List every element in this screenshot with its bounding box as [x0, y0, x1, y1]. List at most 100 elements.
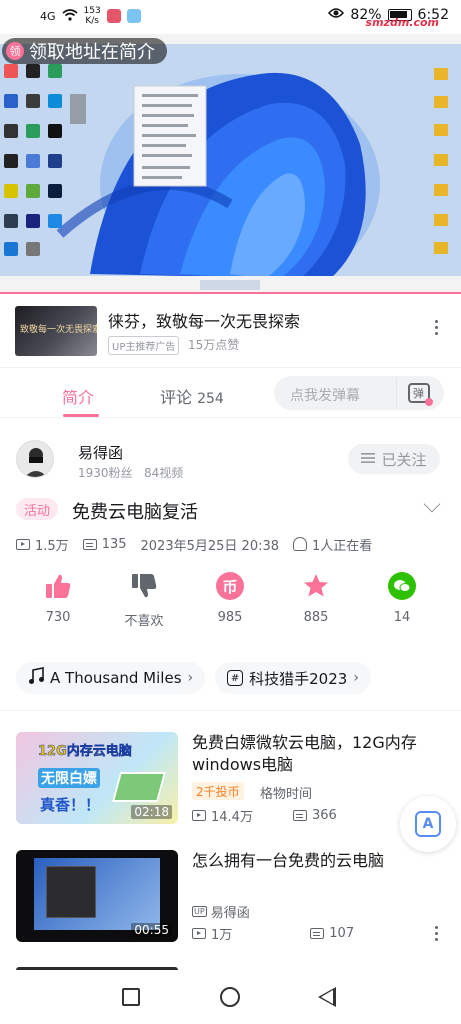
view-count-value: 1.5万: [35, 538, 69, 554]
uploader-videos: 84视频: [144, 466, 184, 480]
video-title: 怎么拥有一台免费的云电脑: [192, 851, 385, 870]
like-count: 730: [45, 610, 71, 625]
view-count: 1.5万: [16, 535, 69, 554]
video-thumbnail[interactable]: 00:55: [16, 850, 178, 942]
coin-button[interactable]: 币 985: [200, 570, 260, 625]
section-divider: [0, 710, 461, 711]
play-count-icon: [16, 538, 30, 550]
video-player[interactable]: 领 领取地址在简介: [0, 34, 461, 294]
uploader-name[interactable]: 易得函: [78, 442, 123, 463]
net-speed: 153 K/s: [84, 6, 101, 26]
danmaku-placeholder: 点我发弹幕: [290, 388, 360, 404]
ad-title[interactable]: 徕芬，致敬每一次无畏探索: [108, 308, 300, 332]
dislike-button[interactable]: 不喜欢: [114, 570, 174, 629]
status-bar: 4G 153 K/s 82% 6:52 smzdm.com: [0, 0, 461, 34]
up-icon: UP: [192, 906, 207, 917]
video-stats: 14.4万 366: [192, 806, 337, 825]
follow-button[interactable]: 已关注: [348, 444, 440, 474]
system-nav-bar: [0, 970, 461, 1024]
music-note-icon: [28, 667, 44, 689]
people-icon: [293, 537, 308, 551]
coin-count: 985: [217, 610, 243, 625]
floating-translate-button[interactable]: A: [400, 796, 456, 852]
danmaku-input[interactable]: 点我发弹幕 弹: [274, 376, 444, 410]
thumbnail-window-graphic: [46, 866, 96, 918]
wechat-icon: [372, 570, 432, 602]
topic-chip-label: 科技猎手2023: [249, 669, 348, 688]
star-icon: [286, 570, 346, 602]
uploader-name: 易得函: [210, 906, 250, 921]
danmaku-count-icon: [82, 538, 97, 550]
coin-icon: 币: [200, 570, 260, 602]
list-item[interactable]: 00:55 怎么拥有一台免费的云电脑 UP 易得函 1万 107: [0, 850, 461, 960]
net-speed-value: 153: [83, 6, 101, 16]
thumb-up-icon: [28, 570, 88, 602]
video-duration: 00:55: [131, 923, 172, 937]
chevron-right-icon: ›: [187, 670, 194, 686]
status-left: 4G 153 K/s: [40, 6, 141, 26]
watching-now-value: 1人正在看: [312, 538, 373, 554]
view-count: 1万: [192, 924, 232, 943]
share-count: 14: [393, 610, 411, 625]
text-recognition-icon: A: [415, 811, 441, 837]
danmaku-icon: 弹: [407, 383, 433, 406]
topic-chip[interactable]: # 科技猎手2023 ›: [215, 662, 371, 694]
favorite-button[interactable]: 885: [286, 570, 346, 625]
claim-address-label: 领取地址在简介: [29, 42, 155, 63]
source-label: 格物时间: [260, 787, 313, 802]
danmaku-count-value: 107: [329, 926, 355, 941]
thumb-down-icon: [114, 570, 174, 602]
danmaku-count-icon: [292, 810, 307, 821]
video-title: 免费白嫖微软云电脑，12G内存windows电脑: [192, 733, 417, 774]
tag-chips: A Thousand Miles › # 科技猎手2023 ›: [16, 662, 371, 694]
home-icon[interactable]: [220, 987, 240, 1007]
ad-thumbnail[interactable]: 致敬每一次无畏探索: [15, 306, 97, 356]
claim-address-banner[interactable]: 领 领取地址在简介: [2, 38, 167, 64]
view-count-value: 1万: [211, 928, 233, 943]
action-bar: 730 不喜欢 币 985 885 14: [0, 570, 461, 630]
ad-likes: 15万点赞: [188, 338, 240, 352]
video-title-row[interactable]: 活动 免费云电脑复活: [0, 495, 461, 526]
ad-tag: UP主推荐广告: [108, 336, 180, 355]
ad-more-icon[interactable]: [435, 320, 439, 335]
thumbnail-text-line2: 无限白嫖: [38, 768, 100, 788]
danmaku-toggle-button[interactable]: 弹: [396, 378, 440, 408]
dislike-label: 不喜欢: [124, 614, 164, 629]
wifi-icon: [62, 8, 78, 24]
hashtag-icon: #: [227, 670, 244, 686]
tab-comments[interactable]: 评论 254: [160, 384, 224, 408]
list-item[interactable]: 12G内存云电脑 无限白嫖 真香！！ 02:18 免费白嫖微软云电脑，12G内存…: [0, 732, 461, 842]
tab-active-indicator: [63, 414, 99, 417]
uploader-label[interactable]: UP 易得函: [192, 902, 250, 921]
more-options-icon[interactable]: [435, 926, 439, 941]
music-chip[interactable]: A Thousand Miles ›: [16, 662, 206, 694]
chevron-right-icon: ›: [353, 670, 359, 686]
danmaku-count: 107: [310, 924, 354, 943]
tab-comments-count: 254: [197, 391, 224, 407]
view-count-value: 14.4万: [211, 810, 253, 825]
play-count-icon: [192, 810, 206, 821]
avatar[interactable]: [16, 440, 54, 478]
app-notification-icon: [106, 9, 121, 23]
signal-indicator: 4G: [40, 9, 56, 23]
thumbnail-text-line1: 12G内存云电脑: [38, 744, 132, 760]
recent-apps-icon[interactable]: [122, 988, 140, 1006]
uploader-stats: 1930粉丝 84视频: [78, 464, 183, 481]
back-icon[interactable]: [318, 987, 336, 1007]
like-button[interactable]: 730: [28, 570, 88, 625]
video-thumbnail[interactable]: 12G内存云电脑 无限白嫖 真香！！ 02:18: [16, 732, 178, 824]
watermark: smzdm.com: [365, 16, 439, 29]
net-speed-unit: K/s: [85, 16, 99, 26]
tab-intro[interactable]: 简介: [62, 384, 94, 408]
view-count: 14.4万: [192, 806, 253, 825]
video-duration: 02:18: [131, 805, 172, 819]
danmaku-count-value: 366: [311, 808, 337, 823]
claim-badge-icon: 领: [6, 42, 24, 60]
thumbnail-text-line3: 真香！！: [40, 796, 101, 814]
uploader-followers: 1930粉丝: [78, 466, 133, 480]
coin-badge: 2千投币: [192, 782, 244, 800]
share-button[interactable]: 14: [372, 570, 432, 625]
chevron-down-icon[interactable]: [423, 495, 441, 513]
activity-tag[interactable]: 活动: [16, 498, 59, 520]
sponsored-ad[interactable]: 致敬每一次无畏探索 徕芬，致敬每一次无畏探索 UP主推荐广告 15万点赞: [0, 294, 461, 368]
